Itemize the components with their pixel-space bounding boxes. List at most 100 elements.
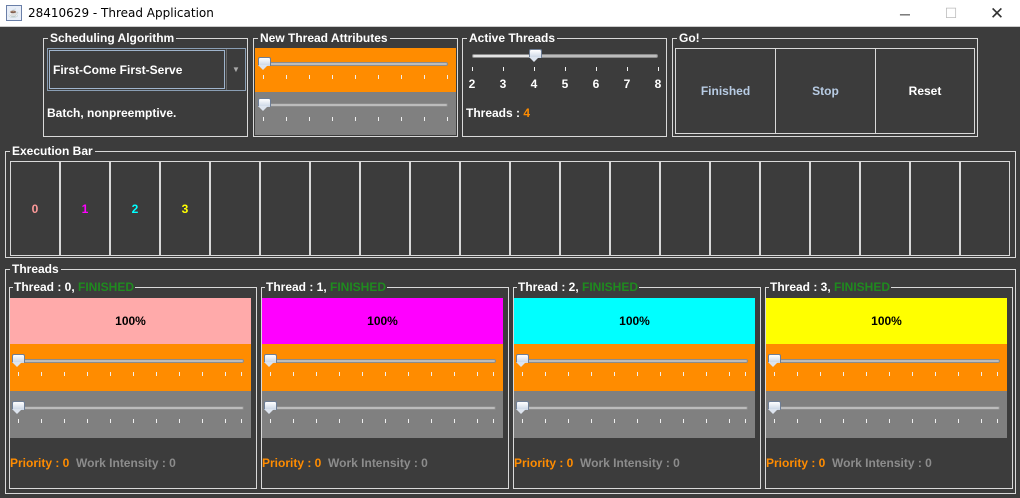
work-intensity-band (255, 92, 456, 135)
threads-count-value: 4 (523, 106, 531, 120)
thread-status: FINISHED (78, 280, 135, 294)
new-priority-slider[interactable] (255, 48, 456, 92)
execution-cell (860, 161, 910, 256)
priority-band (766, 344, 1007, 391)
work-intensity-label: Work Intensity : 0 (76, 456, 176, 470)
thread-footer: Priority : 0 Work Intensity : 0 (10, 456, 176, 470)
work-intensity-label: Work Intensity : 0 (328, 456, 428, 470)
execution-bar-group: Execution Bar 0123 (5, 144, 1016, 258)
execution-cell (210, 161, 260, 256)
finished-button[interactable]: Finished (675, 48, 776, 134)
thread-title: Thread : 2, FINISHED (517, 280, 640, 294)
slider-thumb[interactable] (516, 354, 529, 367)
execution-cell (810, 161, 860, 256)
slider-thumb[interactable] (529, 49, 542, 62)
priority-label: Priority : 0 (766, 456, 826, 470)
tick-label: 4 (530, 77, 538, 91)
slider-thumb[interactable] (12, 354, 25, 367)
slider-thumb[interactable] (258, 57, 271, 70)
group-title: New Thread Attributes (258, 31, 390, 45)
slider-thumb[interactable] (264, 401, 277, 414)
execution-cell (760, 161, 810, 256)
work-intensity-band (766, 391, 1007, 438)
reset-button[interactable]: Reset (875, 48, 975, 134)
title-bar: ☕ 28410629 - Thread Application ─ ☐ ✕ (0, 0, 1020, 27)
thread-priority-slider[interactable] (514, 344, 755, 391)
java-cup-icon: ☕ (6, 5, 22, 21)
algorithm-description: Batch, nonpreemptive. (47, 106, 177, 120)
execution-cell (260, 161, 310, 256)
thread-panel-2: Thread : 2, FINISHED 100% Priority : 0 Wor… (513, 280, 761, 489)
thread-priority-slider[interactable] (10, 344, 251, 391)
tick-label: 2 (468, 77, 476, 91)
thread-label: Thread : 3, (770, 280, 835, 294)
scheduling-algorithm-group: Scheduling Algorithm First-Come First-Se… (43, 31, 248, 137)
execution-cell: 2 (110, 161, 160, 256)
group-title: Threads (10, 262, 61, 276)
tick-label: 6 (592, 77, 600, 91)
priority-label: Priority : 0 (10, 456, 70, 470)
thread-progress-bar: 100% (10, 298, 251, 344)
execution-cell (910, 161, 960, 256)
thread-priority-slider[interactable] (766, 344, 1007, 391)
minimize-button[interactable]: ─ (882, 0, 928, 27)
tick-label: 7 (623, 77, 631, 91)
slider-thumb[interactable] (768, 354, 781, 367)
execution-cell: 0 (10, 161, 60, 256)
tick-label: 5 (561, 77, 569, 91)
execution-cell (360, 161, 410, 256)
execution-cell (510, 161, 560, 256)
window-title: 28410629 - Thread Application (28, 6, 214, 20)
priority-band (10, 344, 251, 391)
execution-cell (960, 161, 1010, 256)
tick-label: 3 (499, 77, 507, 91)
new-thread-attributes-group: New Thread Attributes (253, 31, 458, 137)
thread-footer: Priority : 0 Work Intensity : 0 (514, 456, 680, 470)
execution-cell: 3 (160, 161, 210, 256)
thread-work-intensity-slider[interactable] (514, 391, 755, 438)
active-threads-group: Active Threads 2 3 4 5 6 7 8 Threads : 4 (462, 31, 667, 137)
execution-cell (660, 161, 710, 256)
thread-work-intensity-slider[interactable] (262, 391, 503, 438)
thread-title: Thread : 3, FINISHED (769, 280, 892, 294)
thread-status: FINISHED (834, 280, 891, 294)
execution-cell (310, 161, 360, 256)
priority-band (514, 344, 755, 391)
execution-cell (560, 161, 610, 256)
thread-footer: Priority : 0 Work Intensity : 0 (262, 456, 428, 470)
work-intensity-label: Work Intensity : 0 (832, 456, 932, 470)
slider-thumb[interactable] (264, 354, 277, 367)
chevron-down-icon[interactable]: ▼ (226, 49, 245, 90)
go-group: Go! Finished Stop Reset (672, 31, 978, 137)
slider-thumb[interactable] (258, 98, 271, 111)
slider-thumb[interactable] (516, 401, 529, 414)
group-title: Execution Bar (10, 144, 95, 158)
slider-thumb[interactable] (768, 401, 781, 414)
new-work-intensity-slider[interactable] (255, 92, 456, 135)
group-title: Active Threads (467, 31, 558, 45)
close-button[interactable]: ✕ (974, 0, 1020, 27)
maximize-button[interactable]: ☐ (928, 0, 974, 27)
priority-band (255, 48, 456, 92)
thread-label: Thread : 0, (14, 280, 79, 294)
thread-progress-bar: 100% (514, 298, 755, 344)
selected-algorithm: First-Come First-Serve (49, 50, 225, 89)
thread-title: Thread : 1, FINISHED (265, 280, 388, 294)
slider-thumb[interactable] (12, 401, 25, 414)
thread-label: Thread : 2, (518, 280, 583, 294)
priority-band (262, 344, 503, 391)
work-intensity-band (514, 391, 755, 438)
thread-footer: Priority : 0 Work Intensity : 0 (766, 456, 932, 470)
work-intensity-band (10, 391, 251, 438)
group-title: Go! (677, 31, 702, 45)
thread-work-intensity-slider[interactable] (10, 391, 251, 438)
stop-button[interactable]: Stop (775, 48, 876, 134)
thread-priority-slider[interactable] (262, 344, 503, 391)
work-intensity-label: Work Intensity : 0 (580, 456, 680, 470)
thread-panel-0: Thread : 0, FINISHED 100% Priority : 0 Wor… (9, 280, 257, 489)
scheduling-algorithm-select[interactable]: First-Come First-Serve ▼ (47, 48, 246, 91)
thread-work-intensity-slider[interactable] (766, 391, 1007, 438)
threads-count-label: Threads : (466, 106, 524, 120)
thread-progress-bar: 100% (262, 298, 503, 344)
active-threads-slider[interactable]: 2 3 4 5 6 7 8 (463, 48, 666, 93)
